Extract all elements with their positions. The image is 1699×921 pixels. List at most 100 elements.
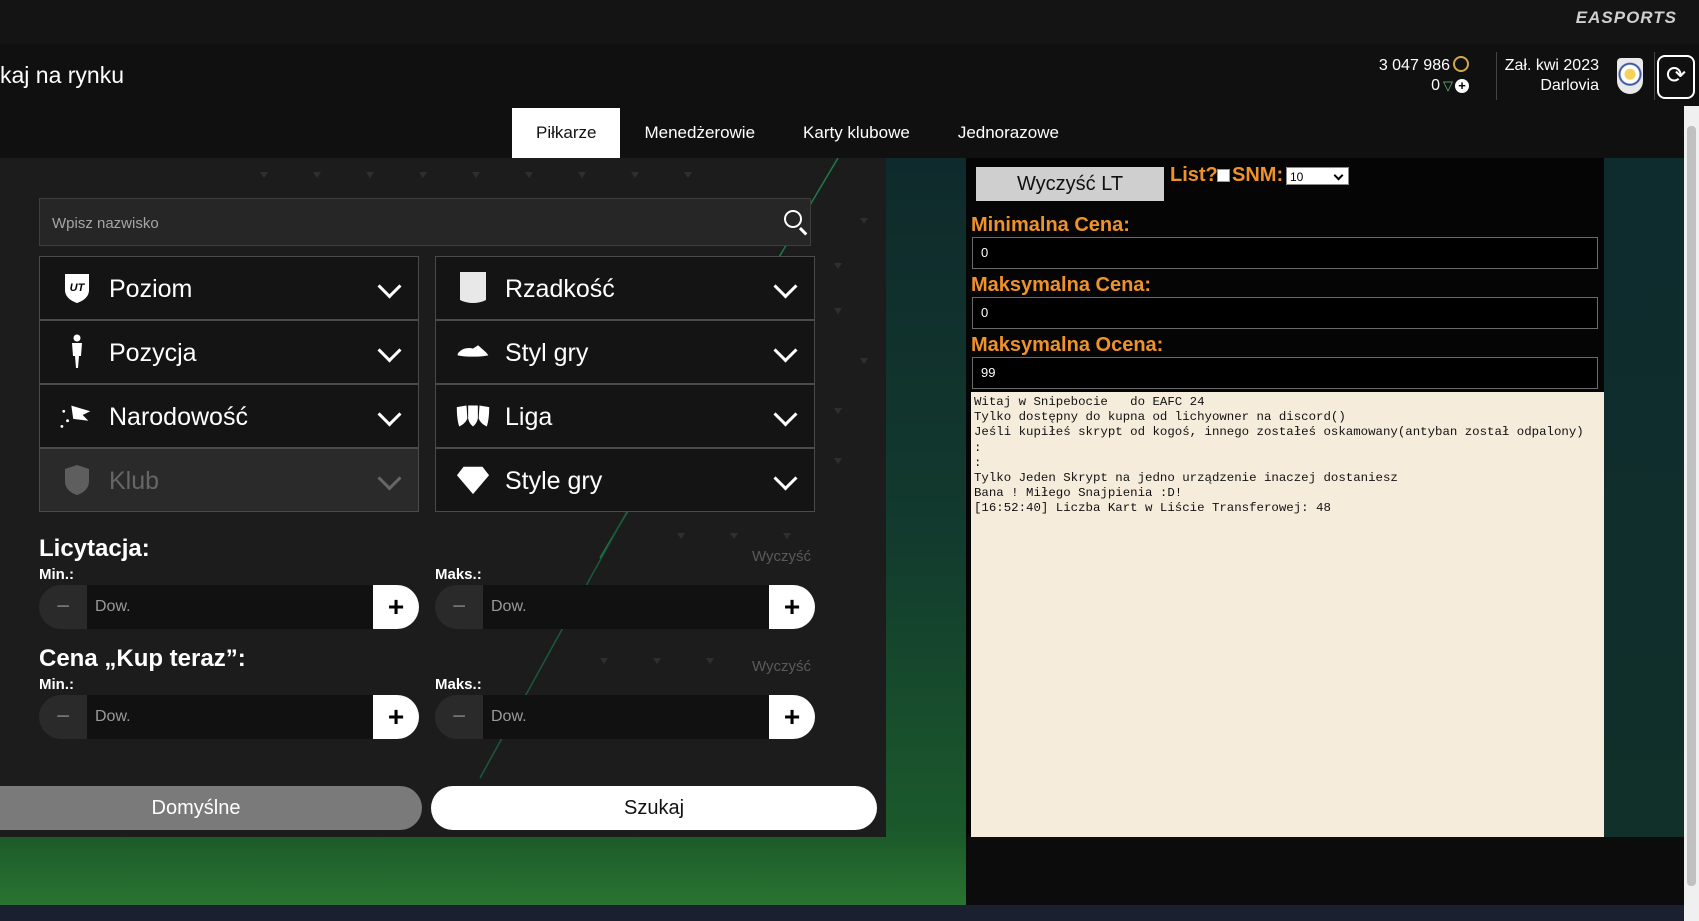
- chevron-down-icon: [377, 274, 402, 299]
- decrement-button[interactable]: −: [39, 695, 87, 739]
- stadium-background: [1604, 158, 1684, 837]
- decrement-button[interactable]: −: [39, 585, 87, 629]
- search-icon[interactable]: [784, 210, 802, 228]
- market-tabs: Piłkarze Menedżerowie Karty klubowe Jedn…: [512, 108, 1083, 158]
- bid-min-input[interactable]: [87, 585, 373, 629]
- league-dropdown[interactable]: Liga: [435, 384, 815, 448]
- max-rating-label: Maksymalna Ocena:: [971, 334, 1164, 356]
- league-shields-icon: [456, 399, 490, 433]
- bid-max-label: Maks.:: [435, 566, 482, 583]
- buy-now-max-input[interactable]: [483, 695, 769, 739]
- snm-label: SNM:: [1232, 164, 1284, 186]
- card-icon: [456, 271, 490, 305]
- diamond-icon: [456, 463, 490, 497]
- snm-selected-value: 10: [1290, 170, 1304, 184]
- header-divider: [1654, 52, 1655, 100]
- rarity-dropdown[interactable]: Rzadkość: [435, 256, 815, 320]
- search-button[interactable]: Szukaj: [431, 786, 877, 830]
- chevron-down-icon: [377, 466, 402, 491]
- rarity-label: Rzadkość: [505, 275, 615, 303]
- nationality-dropdown[interactable]: Narodowość: [39, 384, 419, 448]
- player-figure-icon: [60, 334, 94, 369]
- buy-now-max-label: Maks.:: [435, 676, 482, 693]
- min-price-label: Minimalna Cena:: [971, 214, 1130, 236]
- chevron-down-icon: [773, 402, 798, 427]
- buy-now-min-label: Min.:: [39, 676, 74, 693]
- chevron-down-icon: [773, 466, 798, 491]
- buy-now-title: Cena „Kup teraz”:: [39, 645, 246, 672]
- tab-consumables[interactable]: Jednorazowe: [934, 108, 1083, 158]
- buy-now-max-stepper: − +: [435, 695, 815, 739]
- coin-icon: [1453, 56, 1469, 72]
- script-log-textarea[interactable]: Witaj w Snipebocie do EAFC 24 Tylko dost…: [971, 392, 1605, 837]
- increment-button[interactable]: +: [769, 585, 815, 629]
- top-bar: EASPORTS: [0, 0, 1699, 44]
- position-label: Pozycja: [109, 339, 197, 367]
- list-checkbox[interactable]: [1217, 169, 1230, 182]
- level-label: Poziom: [109, 275, 193, 303]
- club-info: Zał. kwi 2023 Darlovia: [1505, 56, 1599, 96]
- chevron-down-icon: [773, 274, 798, 299]
- decrement-button[interactable]: −: [435, 695, 483, 739]
- player-name-input[interactable]: [50, 199, 754, 247]
- position-dropdown[interactable]: Pozycja: [39, 320, 419, 384]
- league-label: Liga: [505, 403, 553, 431]
- coins-value: 3 047 986: [1378, 57, 1450, 74]
- level-dropdown[interactable]: UT Poziom: [39, 256, 419, 320]
- scrollbar-thumb[interactable]: [1687, 126, 1696, 886]
- club-founded: Zał. kwi 2023: [1504, 57, 1599, 74]
- decrement-button[interactable]: −: [435, 585, 483, 629]
- fc-logo-icon[interactable]: [1657, 55, 1695, 99]
- club-crest-icon[interactable]: [1617, 58, 1643, 94]
- increment-button[interactable]: +: [769, 695, 815, 739]
- playstyles-dropdown[interactable]: Style gry: [435, 448, 815, 512]
- bid-max-input[interactable]: [483, 585, 769, 629]
- stadium-background: [886, 158, 966, 837]
- chevron-down-icon: [773, 338, 798, 363]
- max-rating-input[interactable]: 99: [972, 357, 1598, 389]
- add-points-icon[interactable]: +: [1455, 79, 1469, 93]
- page-scrollbar[interactable]: [1684, 106, 1699, 921]
- ut-shield-icon: UT: [60, 271, 94, 305]
- reset-default-button[interactable]: Domyślne: [0, 786, 422, 830]
- clear-transfer-list-button[interactable]: Wyczyść LT: [976, 167, 1164, 201]
- tab-managers[interactable]: Menedżerowie: [620, 108, 779, 158]
- currency-display: 3 047 986 0 ▽ +: [1379, 56, 1469, 96]
- list-label: List?: [1170, 164, 1218, 186]
- playstyle-label: Styl gry: [505, 339, 589, 367]
- bid-max-stepper: − +: [435, 585, 815, 629]
- boot-icon: [456, 335, 490, 369]
- page-title: kaj na rynku: [0, 62, 125, 88]
- os-taskbar: [0, 905, 1684, 921]
- bid-clear-link[interactable]: Wyczyść: [752, 548, 811, 565]
- buy-now-clear-link[interactable]: Wyczyść: [752, 658, 811, 675]
- points-value: 0: [1431, 77, 1440, 94]
- buy-now-min-stepper: − +: [39, 695, 419, 739]
- increment-button[interactable]: +: [373, 695, 419, 739]
- club-name: Darlovia: [1540, 77, 1599, 94]
- chevron-down-icon: [377, 402, 402, 427]
- tab-club-items[interactable]: Karty klubowe: [779, 108, 934, 158]
- svg-text:UT: UT: [70, 282, 86, 294]
- player-search-box[interactable]: [39, 198, 811, 247]
- playstyles-label: Style gry: [505, 467, 603, 495]
- fc-points-icon: ▽: [1443, 78, 1453, 93]
- club-dropdown: Klub: [39, 448, 419, 512]
- club-shield-icon: [60, 463, 94, 497]
- increment-button[interactable]: +: [373, 585, 419, 629]
- buy-now-min-input[interactable]: [87, 695, 373, 739]
- nationality-label: Narodowość: [109, 403, 248, 431]
- bid-title: Licytacja:: [39, 535, 150, 562]
- chevron-down-icon: [377, 338, 402, 363]
- snm-select[interactable]: 10: [1286, 167, 1349, 185]
- ea-sports-logo: EASPORTS: [1575, 8, 1677, 27]
- max-price-input[interactable]: 0: [972, 297, 1598, 329]
- bid-min-label: Min.:: [39, 566, 74, 583]
- header-divider: [1496, 52, 1497, 100]
- playstyle-dropdown[interactable]: Styl gry: [435, 320, 815, 384]
- club-label: Klub: [109, 467, 160, 495]
- min-price-input[interactable]: 0: [972, 237, 1598, 269]
- flag-icon: [60, 399, 94, 433]
- bid-min-stepper: − +: [39, 585, 419, 629]
- tab-players[interactable]: Piłkarze: [512, 108, 621, 158]
